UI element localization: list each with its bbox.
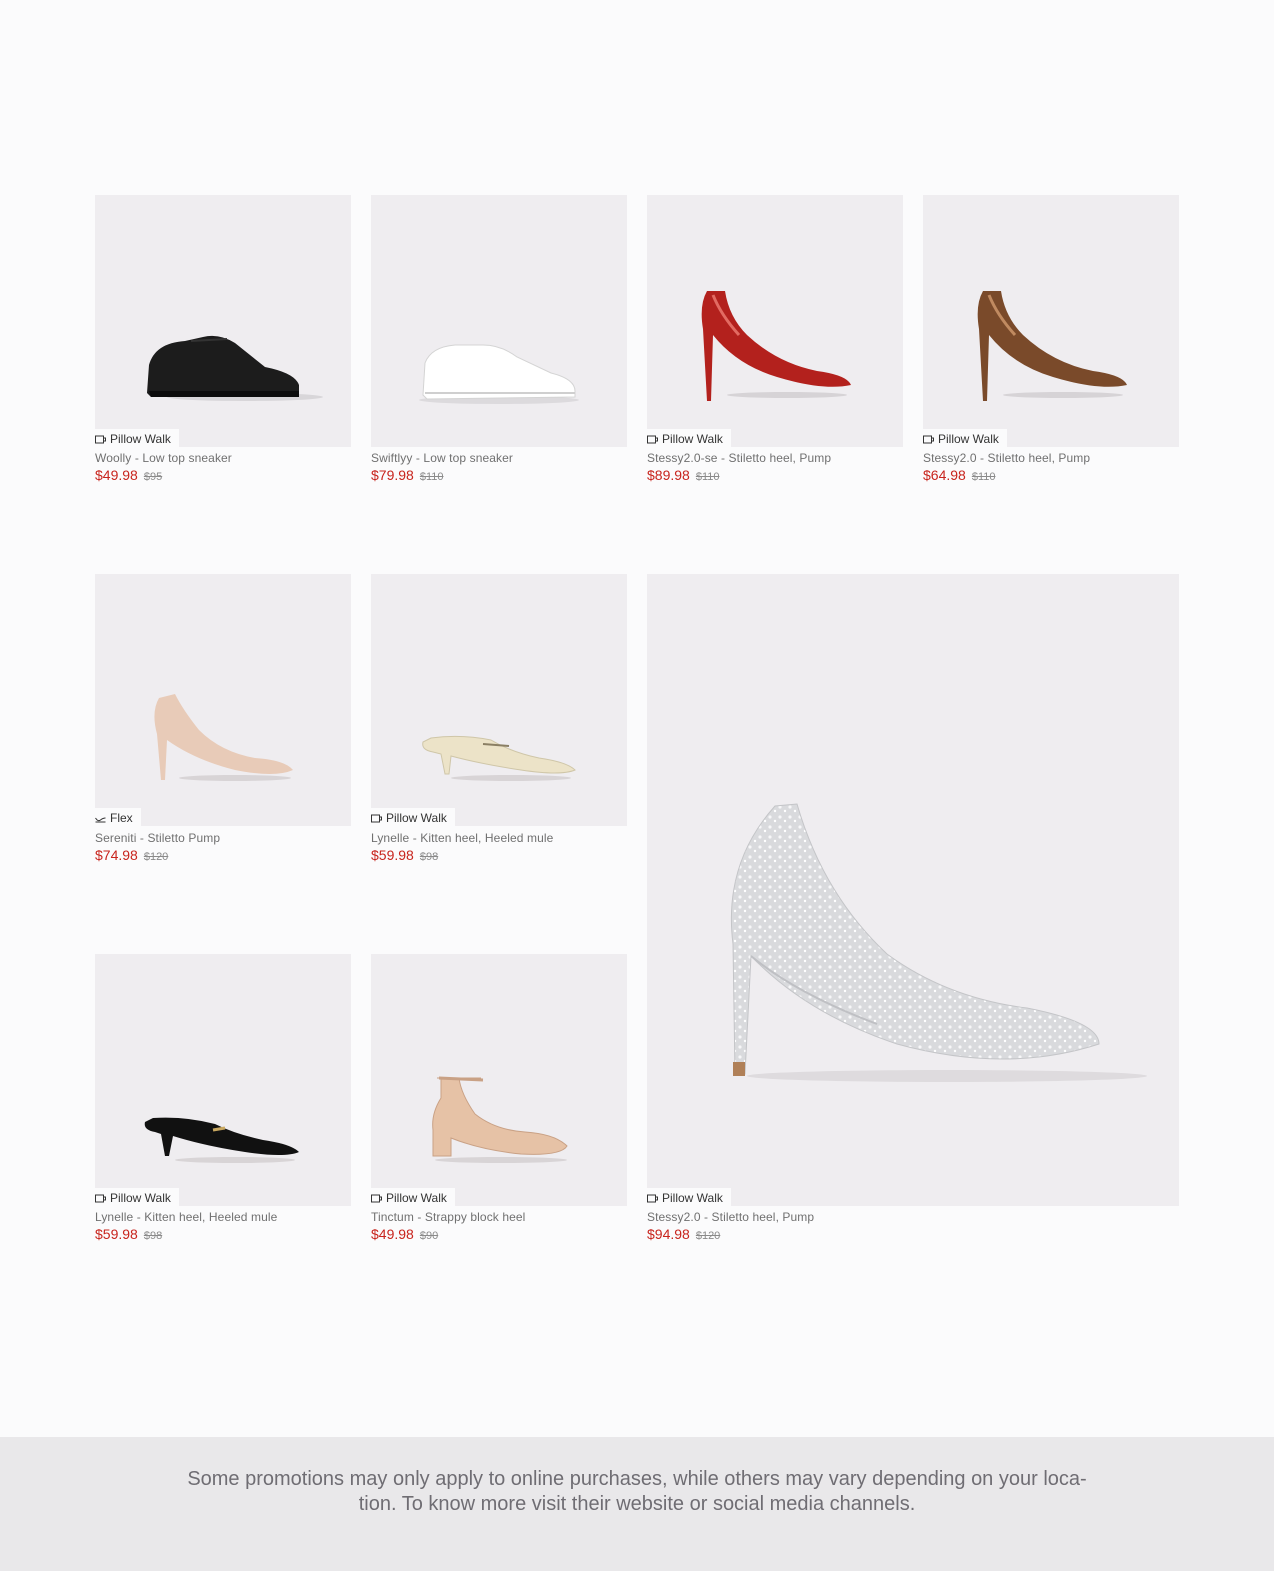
- sale-price: $79.98: [371, 467, 414, 483]
- product-name[interactable]: Sereniti - Stiletto Pump: [95, 831, 220, 845]
- product-card[interactable]: Pillow Walk Stessy2.0 - Stiletto heel, P…: [923, 195, 1179, 495]
- badge-label: Pillow Walk: [386, 1191, 447, 1205]
- feature-badge: Pillow Walk: [923, 429, 1007, 450]
- product-image[interactable]: [95, 954, 351, 1206]
- product-card[interactable]: Pillow Walk Stessy2.0-se - Stiletto heel…: [647, 195, 903, 495]
- product-image[interactable]: [647, 574, 1179, 1206]
- product-image[interactable]: [647, 195, 903, 447]
- product-name[interactable]: Lynelle - Kitten heel, Heeled mule: [95, 1210, 277, 1224]
- sale-price: $49.98: [371, 1226, 414, 1242]
- original-price: $110: [971, 471, 996, 483]
- badge-label: Pillow Walk: [662, 1191, 723, 1205]
- original-price: $98: [419, 851, 439, 863]
- badge-label: Pillow Walk: [662, 432, 723, 446]
- original-price: $120: [143, 851, 169, 863]
- sneaker-illustration: [147, 335, 323, 401]
- product-name[interactable]: Tinctum - Strappy block heel: [371, 1210, 525, 1224]
- cushion-icon: [371, 1193, 382, 1204]
- cushion-icon: [95, 1193, 106, 1204]
- product-image[interactable]: [371, 574, 627, 826]
- product-image[interactable]: [95, 574, 351, 826]
- feature-badge: Pillow Walk: [371, 808, 455, 829]
- badge-label: Flex: [110, 811, 133, 825]
- original-price: $95: [143, 471, 163, 483]
- product-card[interactable]: Swiftlyy - Low top sneaker $79.98 $110: [371, 195, 627, 495]
- product-name[interactable]: Stessy2.0 - Stiletto heel, Pump: [647, 1210, 814, 1224]
- promo-disclaimer-footer: Some promotions may only apply to online…: [0, 1437, 1274, 1571]
- product-card[interactable]: Pillow Walk Lynelle - Kitten heel, Heele…: [371, 574, 627, 874]
- mule-illustration: [144, 1117, 299, 1163]
- price-block: $64.98 $110: [923, 467, 995, 483]
- product-card[interactable]: Pillow Walk Woolly - Low top sneaker $49…: [95, 195, 351, 495]
- original-price: $120: [695, 1230, 721, 1242]
- product-name[interactable]: Stessy2.0 - Stiletto heel, Pump: [923, 451, 1090, 465]
- sale-price: $59.98: [371, 847, 414, 863]
- product-name[interactable]: Stessy2.0-se - Stiletto heel, Pump: [647, 451, 831, 465]
- original-price: $110: [695, 471, 720, 483]
- sale-price: $74.98: [95, 847, 138, 863]
- price-block: $49.98 $90: [371, 1226, 438, 1242]
- product-image[interactable]: [371, 195, 627, 447]
- sneaker-illustration: [419, 344, 579, 404]
- feature-badge: Pillow Walk: [647, 1188, 731, 1209]
- feature-badge: Pillow Walk: [371, 1188, 455, 1209]
- feature-badge: Pillow Walk: [95, 429, 179, 450]
- price-block: $59.98 $98: [95, 1226, 162, 1242]
- pump-illustration: [701, 291, 851, 401]
- badge-label: Pillow Walk: [386, 811, 447, 825]
- price-block: $74.98 $120: [95, 847, 168, 863]
- price-block: $49.98 $95: [95, 467, 162, 483]
- pump-illustration: [154, 694, 293, 781]
- feature-badge: Pillow Walk: [647, 429, 731, 450]
- badge-label: Pillow Walk: [110, 1191, 171, 1205]
- sale-price: $59.98: [95, 1226, 138, 1242]
- product-image[interactable]: [95, 195, 351, 447]
- original-price: $90: [419, 1230, 439, 1242]
- sale-price: $64.98: [923, 467, 966, 483]
- product-card[interactable]: Pillow Walk Tinctum - Strappy block heel…: [371, 954, 627, 1254]
- sale-price: $49.98: [95, 467, 138, 483]
- sale-price: $94.98: [647, 1226, 690, 1242]
- cushion-icon: [95, 434, 106, 445]
- original-price: $110: [419, 471, 444, 483]
- product-name[interactable]: Lynelle - Kitten heel, Heeled mule: [371, 831, 553, 845]
- flex-icon: [95, 813, 106, 824]
- price-block: $94.98 $120: [647, 1226, 720, 1242]
- feature-badge: Flex: [95, 808, 141, 829]
- cushion-icon: [647, 1193, 658, 1204]
- price-block: $89.98 $110: [647, 467, 719, 483]
- cushion-icon: [923, 434, 934, 445]
- badge-label: Pillow Walk: [938, 432, 999, 446]
- product-card[interactable]: Flex Sereniti - Stiletto Pump $74.98 $12…: [95, 574, 351, 874]
- product-card[interactable]: Pillow Walk Lynelle - Kitten heel, Heele…: [95, 954, 351, 1254]
- product-name[interactable]: Woolly - Low top sneaker: [95, 451, 232, 465]
- cushion-icon: [647, 434, 658, 445]
- mule-illustration: [422, 735, 576, 781]
- product-name[interactable]: Swiftlyy - Low top sneaker: [371, 451, 513, 465]
- product-image[interactable]: [371, 954, 627, 1206]
- product-image[interactable]: [923, 195, 1179, 447]
- cushion-icon: [371, 813, 382, 824]
- original-price: $98: [143, 1230, 163, 1242]
- block-heel-illustration: [432, 1076, 568, 1163]
- feature-badge: Pillow Walk: [95, 1188, 179, 1209]
- featured-product-card[interactable]: Pillow Walk Stessy2.0 - Stiletto heel, P…: [647, 574, 1179, 1254]
- rhinestone-pump-illustration: [730, 803, 1147, 1082]
- disclaimer-text: Some promotions may only apply to online…: [187, 1468, 1087, 1515]
- badge-label: Pillow Walk: [110, 432, 171, 446]
- price-block: $79.98 $110: [371, 467, 443, 483]
- price-block: $59.98 $98: [371, 847, 438, 863]
- pump-illustration: [977, 291, 1127, 401]
- sale-price: $89.98: [647, 467, 690, 483]
